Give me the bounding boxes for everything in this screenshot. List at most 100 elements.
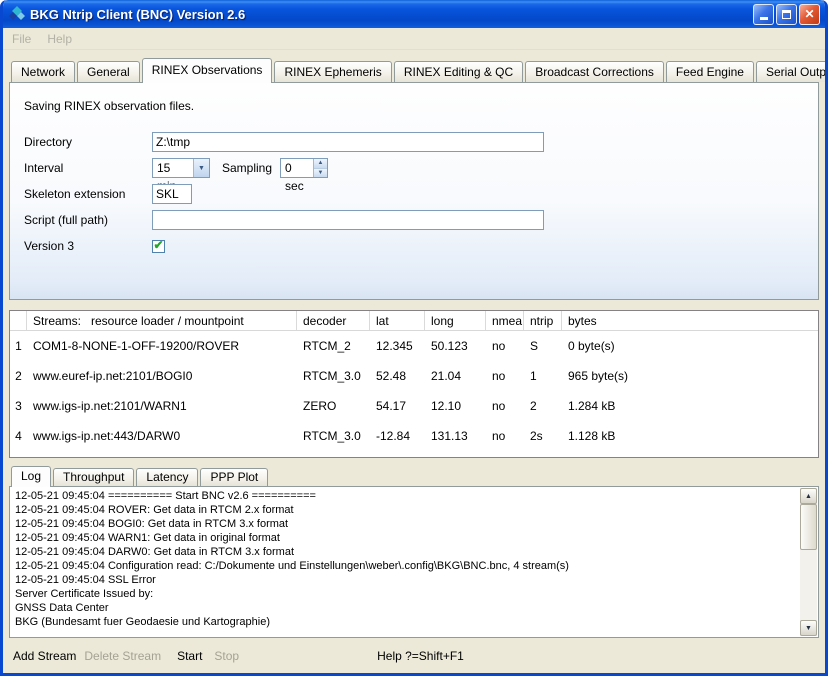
table-row[interactable]: 3 www.igs-ip.net:2101/WARN1 ZERO 54.17 1… (10, 391, 818, 421)
version3-checkbox[interactable]: ✔ (152, 240, 165, 253)
bottom-tab-bar: Log Throughput Latency PPP Plot (3, 465, 825, 486)
tab-serial-output[interactable]: Serial Output (756, 61, 828, 82)
version3-row: Version 3 ✔ (24, 236, 804, 256)
tab-throughput[interactable]: Throughput (53, 468, 134, 486)
table-row[interactable]: 2 www.euref-ip.net:2101/BOGI0 RTCM_3.0 5… (10, 361, 818, 391)
stream-lat: 12.345 (370, 331, 425, 361)
header-lat: lat (370, 311, 425, 330)
stream-ntrip: 1 (524, 361, 562, 391)
bnc-window: BKG Ntrip Client (BNC) Version 2.6 ✕ Fil… (0, 0, 828, 676)
menu-bar: File Help (3, 28, 825, 50)
scrollbar-thumb[interactable] (800, 504, 817, 550)
stream-bytes: 0 byte(s) (562, 331, 818, 361)
script-input[interactable] (152, 210, 544, 230)
directory-input[interactable] (152, 132, 544, 152)
add-stream-button[interactable]: Add Stream (13, 649, 76, 663)
chevron-down-icon[interactable]: ▼ (193, 159, 209, 177)
scroll-down-icon[interactable]: ▼ (800, 620, 817, 636)
log-output: 12-05-21 09:45:04 ========== Start BNC v… (15, 489, 796, 635)
log-line: 12-05-21 09:45:04 WARN1: Get data in ori… (15, 531, 796, 545)
stream-mountpoint: www.euref-ip.net:2101/BOGI0 (27, 361, 297, 391)
stream-lat: 52.48 (370, 361, 425, 391)
tab-latency[interactable]: Latency (136, 468, 198, 486)
script-row: Script (full path) (24, 210, 804, 230)
interval-value: 15 min (153, 159, 193, 177)
interval-dropdown[interactable]: 15 min ▼ (152, 158, 210, 178)
spinner-buttons: ▲ ▼ (313, 159, 327, 177)
stream-ntrip: 2 (524, 391, 562, 421)
close-button[interactable]: ✕ (799, 4, 820, 25)
tab-log[interactable]: Log (11, 466, 51, 487)
table-row[interactable]: 4 www.igs-ip.net:443/DARW0 RTCM_3.0 -12.… (10, 421, 818, 451)
stream-row-number: 2 (10, 361, 27, 391)
stream-nmea: no (486, 361, 524, 391)
log-line: 12-05-21 09:45:04 SSL Error (15, 573, 796, 587)
spin-up-icon[interactable]: ▲ (314, 159, 327, 169)
log-line: Server Certificate Issued by: (15, 587, 796, 601)
title-bar[interactable]: BKG Ntrip Client (BNC) Version 2.6 ✕ (3, 0, 825, 28)
stream-decoder: RTCM_3.0 (297, 361, 370, 391)
log-line: 12-05-21 09:45:04 DARW0: Get data in RTC… (15, 545, 796, 559)
sampling-spinbox[interactable]: 0 sec ▲ ▼ (280, 158, 328, 178)
stream-lat: -12.84 (370, 421, 425, 451)
interval-row: Interval 15 min ▼ Sampling 0 sec ▲ ▼ (24, 158, 804, 178)
log-line: 12-05-21 09:45:04 Configuration read: C:… (15, 559, 796, 573)
header-row-number (10, 311, 27, 330)
stream-nmea: no (486, 391, 524, 421)
app-icon (9, 6, 25, 22)
stream-mountpoint: COM1-8-NONE-1-OFF-19200/ROVER (27, 331, 297, 361)
scroll-up-icon[interactable]: ▲ (800, 488, 817, 504)
stream-decoder: RTCM_2 (297, 331, 370, 361)
header-long: long (425, 311, 486, 330)
stream-ntrip: 2s (524, 421, 562, 451)
sampling-label: Sampling (222, 161, 272, 175)
stream-row-number: 1 (10, 331, 27, 361)
window-title: BKG Ntrip Client (BNC) Version 2.6 (30, 7, 751, 22)
directory-row: Directory (24, 132, 804, 152)
table-row[interactable]: 1 COM1-8-NONE-1-OFF-19200/ROVER RTCM_2 1… (10, 331, 818, 361)
skeleton-extension-input[interactable] (152, 184, 192, 204)
stream-long: 21.04 (425, 361, 486, 391)
stream-nmea: no (486, 331, 524, 361)
tab-bar: Network General RINEX Observations RINEX… (3, 56, 825, 82)
tab-broadcast-corrections[interactable]: Broadcast Corrections (525, 61, 664, 82)
maximize-icon (782, 10, 791, 19)
log-scrollbar[interactable]: ▲ ▼ (800, 488, 817, 636)
directory-label: Directory (24, 135, 152, 149)
stream-row-number: 4 (10, 421, 27, 451)
minimize-icon (760, 17, 768, 20)
menu-help[interactable]: Help (47, 32, 72, 46)
header-bytes: bytes (562, 311, 818, 330)
tab-rinex-observations[interactable]: RINEX Observations (142, 58, 273, 83)
help-shortcut-label: Help ?=Shift+F1 (377, 649, 464, 663)
stream-decoder: RTCM_3.0 (297, 421, 370, 451)
log-line: GNSS Data Center (15, 601, 796, 615)
rinex-observations-panel: Saving RINEX observation files. Director… (9, 82, 819, 300)
spin-down-icon[interactable]: ▼ (314, 169, 327, 178)
stream-bytes: 1.284 kB (562, 391, 818, 421)
stream-long: 131.13 (425, 421, 486, 451)
header-nmea: nmea (486, 311, 524, 330)
stream-bytes: 1.128 kB (562, 421, 818, 451)
stream-long: 50.123 (425, 331, 486, 361)
tab-feed-engine[interactable]: Feed Engine (666, 61, 754, 82)
tab-general[interactable]: General (77, 61, 140, 82)
tab-rinex-editing-qc[interactable]: RINEX Editing & QC (394, 61, 523, 82)
tab-ppp-plot[interactable]: PPP Plot (200, 468, 268, 486)
tab-network[interactable]: Network (11, 61, 75, 82)
maximize-button[interactable] (776, 4, 797, 25)
interval-label: Interval (24, 161, 152, 175)
stream-decoder: ZERO (297, 391, 370, 421)
stop-button[interactable]: Stop (214, 649, 239, 663)
delete-stream-button[interactable]: Delete Stream (84, 649, 161, 663)
close-icon: ✕ (804, 7, 814, 21)
tab-rinex-ephemeris[interactable]: RINEX Ephemeris (274, 61, 391, 82)
minimize-button[interactable] (753, 4, 774, 25)
stream-long: 12.10 (425, 391, 486, 421)
menu-file[interactable]: File (12, 32, 31, 46)
log-line: 12-05-21 09:45:04 ========== Start BNC v… (15, 489, 796, 503)
start-button[interactable]: Start (177, 649, 202, 663)
log-line: 12-05-21 09:45:04 BOGI0: Get data in RTC… (15, 517, 796, 531)
streams-table-header: Streams: resource loader / mountpoint de… (10, 311, 818, 331)
footer-bar: Add Stream Delete Stream Start Stop Help… (3, 638, 825, 673)
